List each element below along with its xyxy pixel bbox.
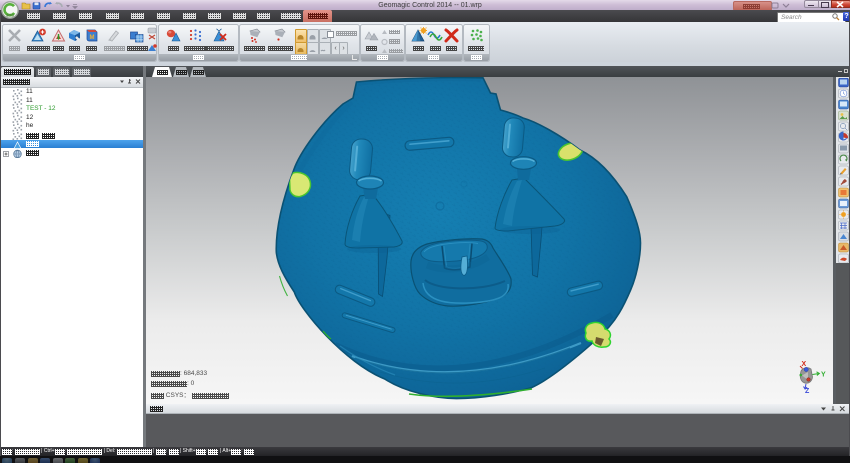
svg-text:M: M: [89, 35, 94, 41]
svg-text:3DS: 3DS: [6, 13, 14, 18]
svg-text:Y: Y: [821, 372, 826, 379]
svg-text:X: X: [802, 361, 807, 368]
